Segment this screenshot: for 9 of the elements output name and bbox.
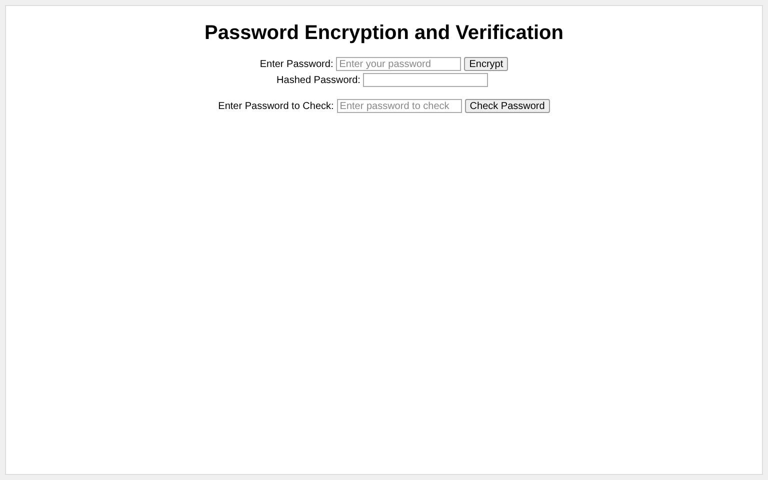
page-title: Password Encryption and Verification xyxy=(204,22,564,45)
input-field[interactable]: Enter password to check xyxy=(336,99,462,113)
field-label: Hashed Password: xyxy=(276,74,360,86)
field-label: Enter Password to Check: xyxy=(218,100,334,112)
action-button[interactable]: Check Password xyxy=(464,99,550,113)
input-field[interactable] xyxy=(363,73,488,87)
field-label: Enter Password: xyxy=(260,58,334,70)
action-button[interactable]: Encrypt xyxy=(464,57,508,71)
input-field[interactable]: Enter your password xyxy=(336,57,462,71)
